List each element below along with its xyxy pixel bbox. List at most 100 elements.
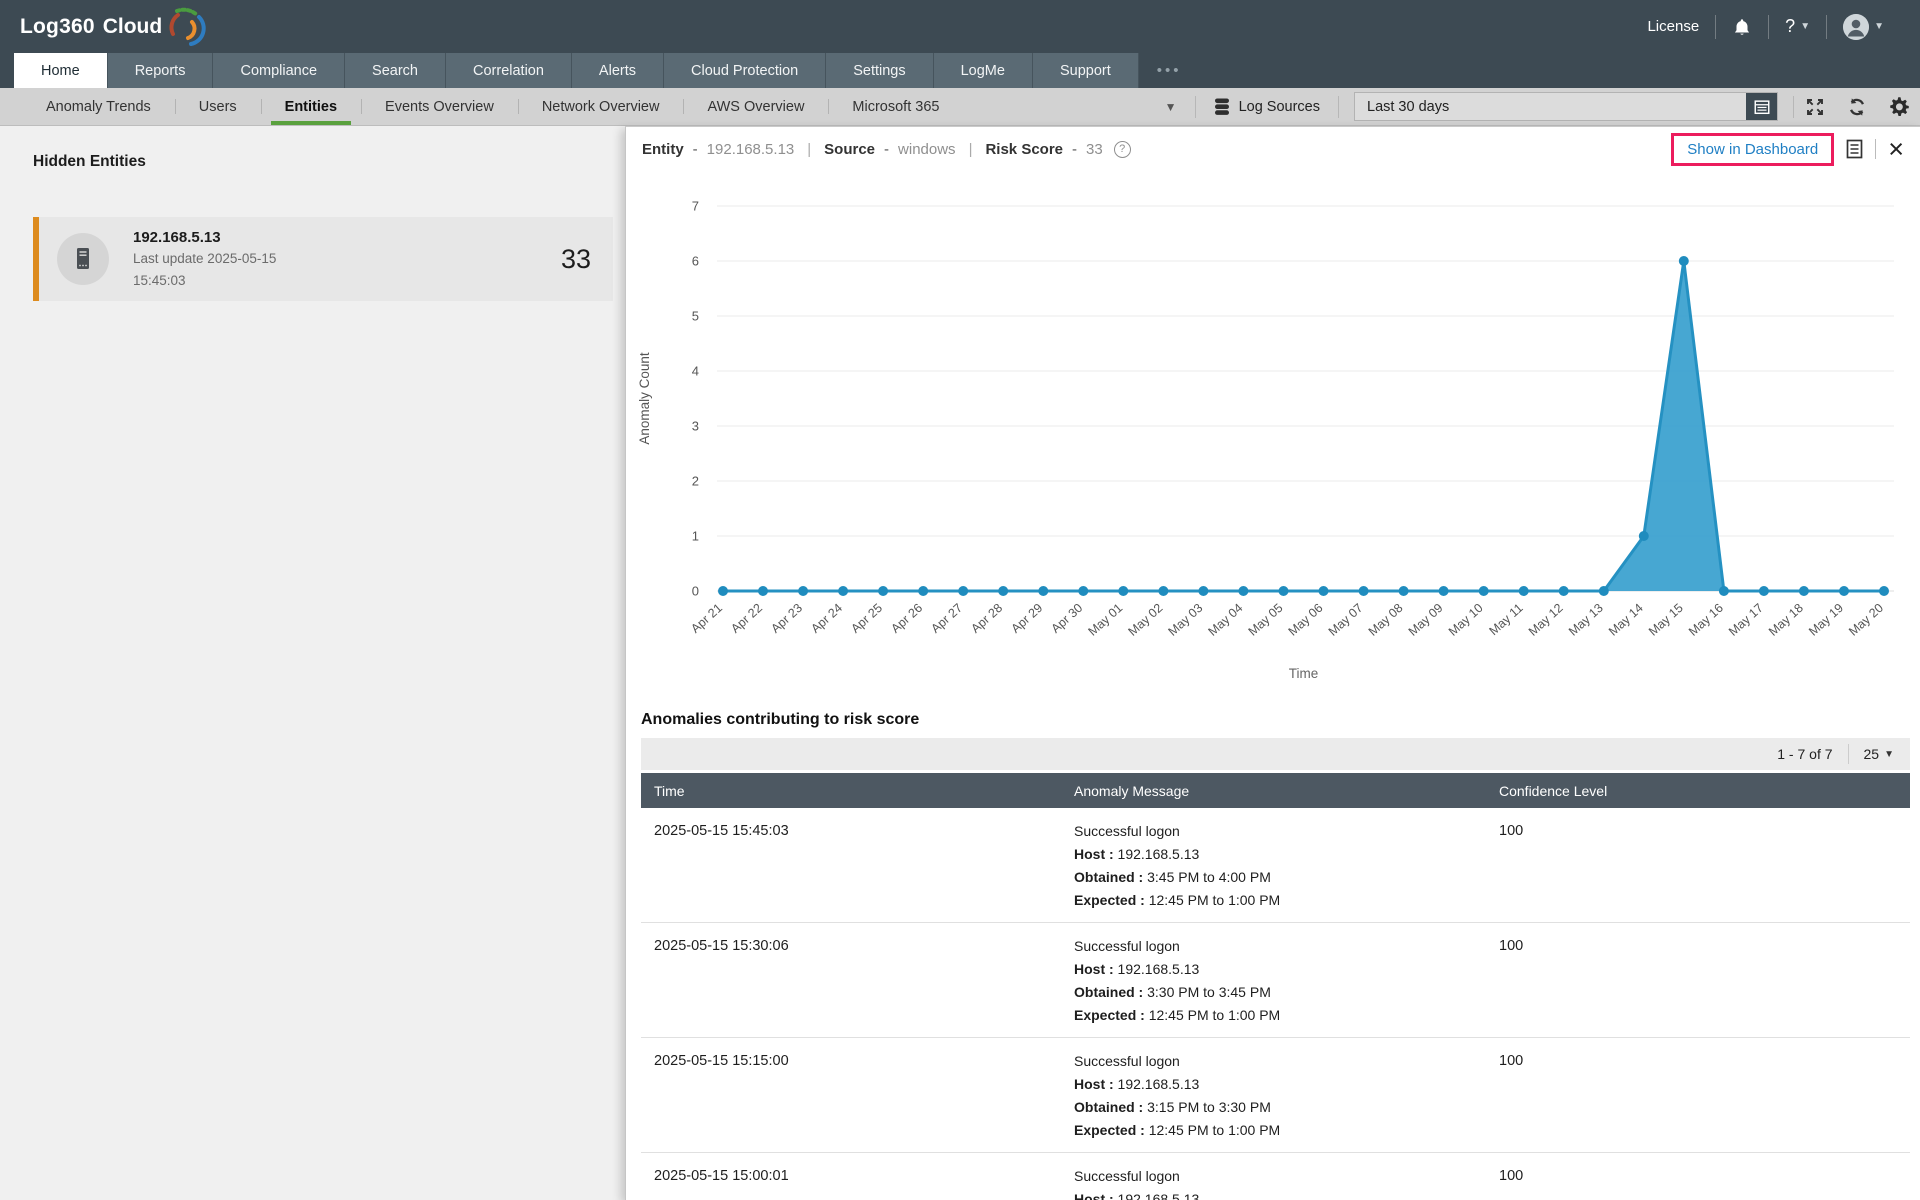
anomaly-message-detail: Expected : 12:45 PM to 1:00 PM bbox=[1074, 1119, 1499, 1142]
cell-anomaly-message: Successful logonHost : 192.168.5.13Obtai… bbox=[1074, 935, 1499, 1027]
anomaly-message-detail: Host : 192.168.5.13 bbox=[1074, 958, 1499, 981]
anomaly-message-detail: Obtained : 3:15 PM to 3:30 PM bbox=[1074, 1096, 1499, 1119]
anomaly-message-title: Successful logon bbox=[1074, 935, 1499, 958]
nav-tab-reports[interactable]: Reports bbox=[108, 53, 214, 88]
help-glyph: ? bbox=[1785, 16, 1795, 37]
fullscreen-button[interactable] bbox=[1794, 88, 1836, 126]
secondary-nav: Anomaly TrendsUsersEntitiesEvents Overvi… bbox=[0, 88, 1920, 126]
divider: | bbox=[965, 141, 977, 158]
topbar-actions: License ? ▼ ▼ bbox=[1631, 15, 1900, 39]
user-menu-button[interactable]: ▼ bbox=[1826, 15, 1900, 39]
nav-tab-home[interactable]: Home bbox=[14, 53, 108, 88]
nav-tab-search[interactable]: Search bbox=[345, 53, 446, 88]
calendar-button[interactable] bbox=[1746, 93, 1777, 120]
svg-text:Anomaly Count: Anomaly Count bbox=[637, 352, 652, 445]
entity-ip: 192.168.5.13 bbox=[133, 229, 276, 246]
svg-text:May 02: May 02 bbox=[1126, 601, 1166, 639]
more-tabs-button[interactable]: ••• bbox=[1139, 53, 1200, 88]
table-row: 2025-05-15 15:00:01Successful logonHost … bbox=[641, 1153, 1910, 1200]
cell-confidence-level: 100 bbox=[1499, 1050, 1910, 1073]
subnav-tab-anomaly-trends[interactable]: Anomaly Trends bbox=[22, 88, 175, 125]
svg-text:Apr 22: Apr 22 bbox=[728, 601, 765, 636]
logo-text-primary: Log360 bbox=[20, 15, 95, 39]
divider bbox=[1338, 96, 1339, 118]
svg-text:May 17: May 17 bbox=[1726, 601, 1766, 639]
table-body: 2025-05-15 15:45:03Successful logonHost … bbox=[641, 808, 1910, 1200]
table-pagination: 1 - 7 of 7 25 ▼ bbox=[641, 738, 1910, 770]
refresh-button[interactable] bbox=[1836, 88, 1878, 126]
help-menu-button[interactable]: ? ▼ bbox=[1768, 15, 1826, 39]
table-row: 2025-05-15 15:30:06Successful logonHost … bbox=[641, 923, 1910, 1038]
svg-text:May 09: May 09 bbox=[1406, 601, 1446, 639]
entity-detail-actions: Show in Dashboard × bbox=[1671, 133, 1904, 166]
entity-avatar bbox=[57, 233, 109, 285]
nav-tab-alerts[interactable]: Alerts bbox=[572, 53, 664, 88]
anomaly-message-detail: Host : 192.168.5.13 bbox=[1074, 843, 1499, 866]
anomalies-table-title: Anomalies contributing to risk score bbox=[641, 711, 1920, 729]
nav-tab-cloud-protection[interactable]: Cloud Protection bbox=[664, 53, 826, 88]
database-icon bbox=[1214, 98, 1230, 116]
page-size-value: 25 bbox=[1864, 746, 1880, 762]
svg-text:Apr 24: Apr 24 bbox=[808, 601, 845, 636]
anomaly-count-chart: 01234567Apr 21Apr 22Apr 23Apr 24Apr 25Ap… bbox=[632, 173, 1920, 693]
nav-tab-settings[interactable]: Settings bbox=[826, 53, 933, 88]
svg-text:Time: Time bbox=[1289, 666, 1319, 681]
nav-tab-compliance[interactable]: Compliance bbox=[213, 53, 345, 88]
svg-text:May 16: May 16 bbox=[1686, 601, 1726, 639]
nav-tab-logme[interactable]: LogMe bbox=[934, 53, 1033, 88]
svg-text:May 11: May 11 bbox=[1487, 601, 1526, 638]
svg-text:2: 2 bbox=[692, 474, 699, 489]
svg-text:Apr 25: Apr 25 bbox=[848, 601, 885, 636]
cell-anomaly-message: Successful logonHost : 192.168.5.13Obtai… bbox=[1074, 1050, 1499, 1142]
dashboard-dropdown-button[interactable]: ▼ bbox=[1147, 88, 1195, 125]
app-logo: Log360 Cloud bbox=[20, 15, 208, 39]
subnav-tab-entities[interactable]: Entities bbox=[261, 88, 361, 125]
cell-time: 2025-05-15 15:15:00 bbox=[641, 1050, 1074, 1073]
svg-text:4: 4 bbox=[692, 364, 699, 379]
dash: - bbox=[884, 141, 889, 158]
log-sources-button[interactable]: Log Sources bbox=[1196, 98, 1338, 116]
svg-text:3: 3 bbox=[692, 419, 699, 434]
close-panel-button[interactable]: × bbox=[1888, 139, 1904, 159]
subnav-tab-events-overview[interactable]: Events Overview bbox=[361, 88, 518, 125]
svg-text:Apr 29: Apr 29 bbox=[1009, 601, 1046, 636]
license-link[interactable]: License bbox=[1631, 15, 1715, 39]
subnav-tab-microsoft-365[interactable]: Microsoft 365 bbox=[828, 88, 963, 125]
subnav-tab-network-overview[interactable]: Network Overview bbox=[518, 88, 684, 125]
svg-text:May 18: May 18 bbox=[1766, 601, 1806, 639]
svg-text:Apr 26: Apr 26 bbox=[888, 601, 925, 636]
settings-button[interactable] bbox=[1878, 88, 1920, 126]
risk-score-value: 33 bbox=[1086, 141, 1103, 158]
source-value: windows bbox=[898, 141, 956, 158]
top-bar: Log360 Cloud License ? ▼ bbox=[0, 0, 1920, 53]
risk-score-help-icon[interactable]: ? bbox=[1114, 141, 1131, 158]
pagination-range: 1 - 7 of 7 bbox=[1777, 746, 1847, 762]
nav-tab-correlation[interactable]: Correlation bbox=[446, 53, 572, 88]
page-size-dropdown[interactable]: 25 ▼ bbox=[1848, 744, 1910, 764]
main-content: Hidden Entities 192.168.5.13 Last update… bbox=[0, 126, 1920, 1200]
notifications-button[interactable] bbox=[1715, 15, 1768, 39]
svg-text:Apr 21: Apr 21 bbox=[688, 601, 725, 636]
server-icon bbox=[69, 245, 97, 273]
nav-tab-support[interactable]: Support bbox=[1033, 53, 1139, 88]
anomaly-message-title: Successful logon bbox=[1074, 1165, 1499, 1188]
bell-icon bbox=[1732, 17, 1752, 37]
chevron-down-icon: ▼ bbox=[1874, 21, 1884, 32]
report-button[interactable] bbox=[1846, 139, 1863, 159]
logo-swirl-icon bbox=[164, 3, 206, 51]
calendar-icon bbox=[1753, 98, 1771, 116]
svg-text:May 14: May 14 bbox=[1606, 601, 1646, 639]
avatar bbox=[1843, 14, 1869, 40]
entity-card[interactable]: 192.168.5.13 Last update 2025-05-15 15:4… bbox=[33, 217, 613, 301]
time-range-field[interactable]: Last 30 days bbox=[1354, 92, 1778, 121]
subnav-tab-users[interactable]: Users bbox=[175, 88, 261, 125]
svg-text:May 05: May 05 bbox=[1246, 601, 1286, 639]
column-header-time: Time bbox=[641, 783, 1074, 799]
subnav-tab-aws-overview[interactable]: AWS Overview bbox=[683, 88, 828, 125]
svg-text:May 08: May 08 bbox=[1366, 601, 1406, 639]
svg-text:May 07: May 07 bbox=[1326, 601, 1366, 639]
entity-risk-score: 33 bbox=[561, 244, 591, 275]
divider: | bbox=[803, 141, 815, 158]
show-in-dashboard-button[interactable]: Show in Dashboard bbox=[1671, 133, 1834, 166]
table-row: 2025-05-15 15:15:00Successful logonHost … bbox=[641, 1038, 1910, 1153]
